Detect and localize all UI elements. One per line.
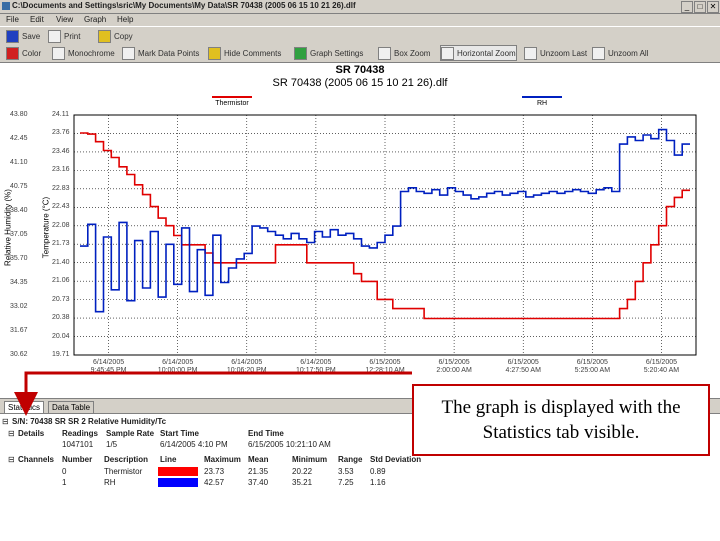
- details-value-end-time: 6/15/2005 10:21:10 AM: [248, 440, 331, 449]
- horizontal-zoom-label: Horizontal Zoom: [457, 48, 516, 58]
- menu-view[interactable]: View: [56, 15, 73, 24]
- channel-header-line: Line: [160, 455, 177, 464]
- details-header-readings: Readings: [62, 429, 99, 438]
- copy-button[interactable]: Copy: [98, 29, 133, 43]
- horizontal-zoom-icon: [441, 46, 454, 60]
- unzoom-all-label: Unzoom All: [608, 48, 649, 58]
- device-label: S/N: 70438 SR SR 2 Relative Humidity/Tc: [12, 417, 167, 426]
- channel-1-std: 1.16: [370, 478, 386, 487]
- mark-points-icon: [122, 46, 135, 60]
- horizontal-zoom-button[interactable]: Horizontal Zoom: [440, 45, 517, 61]
- channel-header-minimum: Minimum: [292, 455, 328, 464]
- channel-0-minimum: 20.22: [292, 467, 313, 476]
- print-icon: [48, 29, 61, 43]
- monochrome-label: Monochrome: [68, 48, 115, 58]
- details-value-start-time: 6/14/2005 4:10 PM: [160, 440, 228, 449]
- hide-comments-label: Hide Comments: [224, 48, 282, 58]
- unzoom-last-icon: [524, 46, 537, 60]
- maximize-button[interactable]: □: [694, 1, 706, 13]
- copy-label: Copy: [114, 31, 133, 41]
- color-icon: [6, 46, 19, 60]
- menu-edit[interactable]: Edit: [30, 15, 44, 24]
- details-header-sample-rate: Sample Rate: [106, 429, 155, 438]
- box-zoom-icon: [378, 46, 391, 60]
- channel-1-line-swatch: [158, 478, 198, 487]
- save-icon: [6, 29, 19, 43]
- monochrome-icon: [52, 46, 65, 60]
- graph-settings-button[interactable]: Graph Settings: [294, 46, 363, 60]
- color-label: Color: [22, 48, 42, 58]
- monochrome-button[interactable]: Monochrome: [52, 46, 115, 60]
- channel-0-range: 3.53: [338, 467, 354, 476]
- unzoom-all-icon: [592, 46, 605, 60]
- details-header-start-time: Start Time: [160, 429, 199, 438]
- details-value-readings: 1047101: [62, 440, 94, 449]
- print-button[interactable]: Print: [48, 29, 80, 43]
- menu-bar: File Edit View Graph Help: [0, 14, 720, 26]
- toolbar-graph: Color Monochrome Mark Data Points Hide C…: [0, 44, 720, 63]
- tree-collapse-channels-icon[interactable]: ⊟: [8, 455, 15, 464]
- channel-header-maximum: Maximum: [204, 455, 241, 464]
- channel-0-line-swatch: [158, 467, 198, 476]
- hide-comments-button[interactable]: Hide Comments: [208, 46, 281, 60]
- channel-1-number: 1: [62, 478, 67, 487]
- channels-label: Channels: [18, 455, 55, 464]
- menu-help[interactable]: Help: [117, 15, 133, 24]
- annotation-callout: The graph is displayed with the Statisti…: [412, 384, 710, 456]
- channel-1-description: RH: [104, 478, 116, 487]
- channel-header-mean: Mean: [248, 455, 269, 464]
- settings-icon: [294, 46, 307, 60]
- window-titlebar: C:\Documents and Settings\sric\My Docume…: [0, 0, 720, 14]
- channel-0-number: 0: [62, 467, 67, 476]
- color-button[interactable]: Color: [6, 46, 41, 60]
- mark-data-points-button[interactable]: Mark Data Points: [122, 46, 199, 60]
- graph-settings-label: Graph Settings: [310, 48, 364, 58]
- save-button[interactable]: Save: [6, 29, 40, 43]
- comments-icon: [208, 46, 221, 60]
- channel-1-minimum: 35.21: [292, 478, 313, 487]
- graph-panel[interactable]: SR 70438 SR 70438 (2005 06 15 10 21 26).…: [0, 63, 720, 395]
- mark-data-points-label: Mark Data Points: [138, 48, 200, 58]
- box-zoom-button[interactable]: Box Zoom: [378, 46, 430, 60]
- window-title: C:\Documents and Settings\sric\My Docume…: [12, 1, 356, 10]
- close-button[interactable]: ✕: [707, 1, 719, 13]
- save-label: Save: [22, 31, 41, 41]
- unzoom-all-button[interactable]: Unzoom All: [592, 46, 648, 60]
- menu-file[interactable]: File: [6, 15, 19, 24]
- channel-header-number: Number: [62, 455, 93, 464]
- channel-0-description: Thermistor: [104, 467, 143, 476]
- app-icon: [2, 2, 10, 10]
- tree-collapse-root-icon[interactable]: ⊟: [2, 417, 9, 426]
- channel-0-maximum: 23.73: [204, 467, 225, 476]
- menu-graph[interactable]: Graph: [84, 15, 106, 24]
- channel-header-description: Description: [104, 455, 149, 464]
- minimize-button[interactable]: _: [681, 1, 693, 13]
- unzoom-last-label: Unzoom Last: [540, 48, 588, 58]
- tree-collapse-details-icon[interactable]: ⊟: [8, 429, 15, 438]
- channel-1-mean: 37.40: [248, 478, 269, 487]
- channel-1-maximum: 42.57: [204, 478, 225, 487]
- annotation-callout-text: The graph is displayed with the Statisti…: [441, 397, 681, 443]
- plot-svg: [73, 114, 697, 356]
- box-zoom-label: Box Zoom: [394, 48, 431, 58]
- channel-0-std: 0.89: [370, 467, 386, 476]
- channel-header-std-deviation: Std Deviation: [370, 455, 422, 464]
- channel-0-mean: 21.35: [248, 467, 269, 476]
- channel-header-range: Range: [338, 455, 363, 464]
- channel-1-range: 7.25: [338, 478, 354, 487]
- details-header-end-time: End Time: [248, 429, 284, 438]
- unzoom-last-button[interactable]: Unzoom Last: [524, 46, 587, 60]
- details-value-sample-rate: 1/5: [106, 440, 118, 449]
- toolbar-file: Save Print Copy: [0, 27, 720, 45]
- details-label: Details: [18, 429, 45, 438]
- copy-icon: [98, 29, 111, 43]
- print-label: Print: [64, 31, 81, 41]
